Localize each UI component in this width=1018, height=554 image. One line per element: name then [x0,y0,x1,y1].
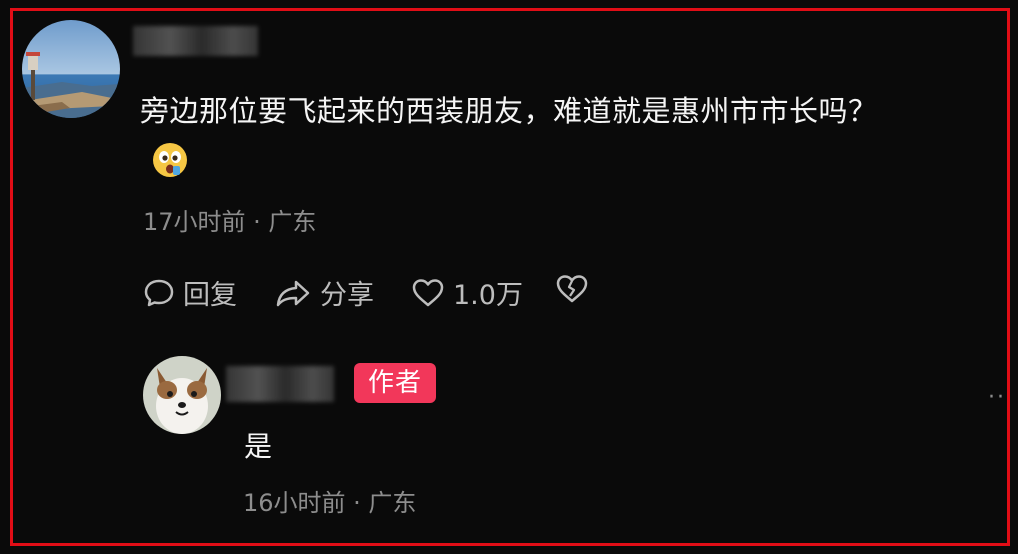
comment-meta: 17小时前 · 广东 [143,208,317,236]
speech-bubble-icon [144,279,174,306]
commenter-name-blurred[interactable] [133,26,258,56]
more-options-icon[interactable]: ·· [988,385,1006,410]
share-button[interactable]: 分享 [274,273,374,312]
share-label: 分享 [320,280,374,311]
broken-heart-icon [556,275,588,303]
dislike-button[interactable] [555,273,597,305]
heart-icon [412,278,444,306]
reply-label: 回复 [183,280,237,311]
commenter-avatar[interactable] [22,20,120,118]
reply-meta: 16小时前 · 广东 [243,489,417,517]
astonished-face-icon [152,142,188,178]
author-avatar[interactable] [143,356,221,434]
like-count: 1.0万 [453,280,523,311]
reply-text: 是 [244,430,273,463]
reply-button[interactable]: 回复 [143,273,237,312]
author-name-blurred[interactable] [226,366,334,402]
author-badge: 作者 [354,363,436,403]
share-arrow-icon [276,280,310,306]
like-button[interactable]: 1.0万 [411,273,523,312]
comment-text: 旁边那位要飞起来的西装朋友，难道就是惠州市市长吗？ [140,94,878,128]
